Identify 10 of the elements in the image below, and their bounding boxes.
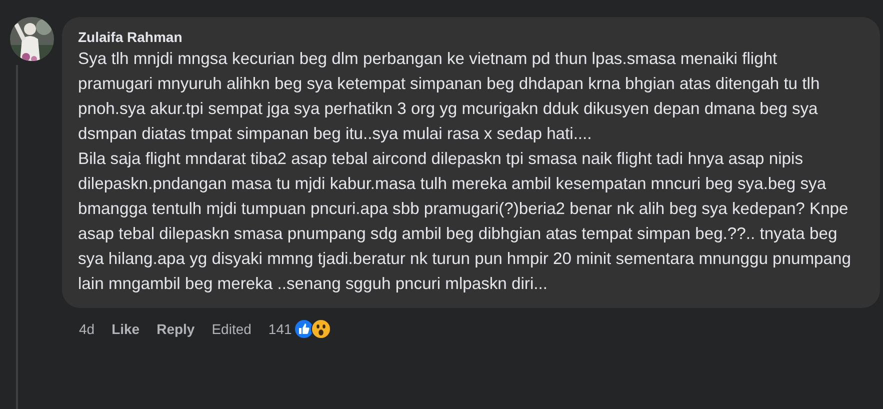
author-name[interactable]: Zulaifa Rahman: [78, 28, 864, 46]
surprised-face-icon[interactable]: [310, 319, 331, 339]
comment-text: Sya tlh mnjdi mngsa kecurian beg dlm perbangan ke vietnam pd thun lpas.smasa menaiki flight pramugari mnyuruh alihkn beg sya ketempat simpanan beg dhdapan krna bhgian atas ditengah tu tlh pnoh.sya akur.tpi sempat jga sya perhatikn 3 org yg mcurigakn dduk dikusyen depan dmana beg sya dsmpan diatas tmpat simpanan beg itu..sya mulai rasa x sedap hati....: [78, 48, 821, 145]
like-link[interactable]: Like: [112, 321, 140, 337]
reply-link[interactable]: Reply: [156, 321, 195, 337]
edited-label: Edited: [212, 321, 252, 337]
timestamp[interactable]: 4d: [79, 321, 95, 337]
comment-text: Bila saja flight mndarat tiba2 asap tebal aircond dilepaskn tpi smasa naik flight tadi hnya asap nipis dilepaskn.pndangan masa tu mjdi kabur.masa tulh mereka ambil kesempatan mncuri beg sya.beg sya bmangga tentulh mjdi tumpuan pncuri.apa sbb pramugari(?)beria2 benar nk alih beg sya kedepan? Knpe asap tebal dilepaskn smasa pnumpang sdg ambil beg dibhgian atas tempat simpan beg.??.. tnyata beg sya hilang.apa yg disyaki mmng tjadi.beratur nk turun pun hmpir 20 minit sementara mnunggu pnumpang lain mngambil beg mereka ..senang sgguh pncuri mlpaskn diri...: [78, 148, 852, 295]
thumbs-up-icon[interactable]: [294, 319, 314, 339]
reaction-count[interactable]: 141: [268, 321, 292, 337]
